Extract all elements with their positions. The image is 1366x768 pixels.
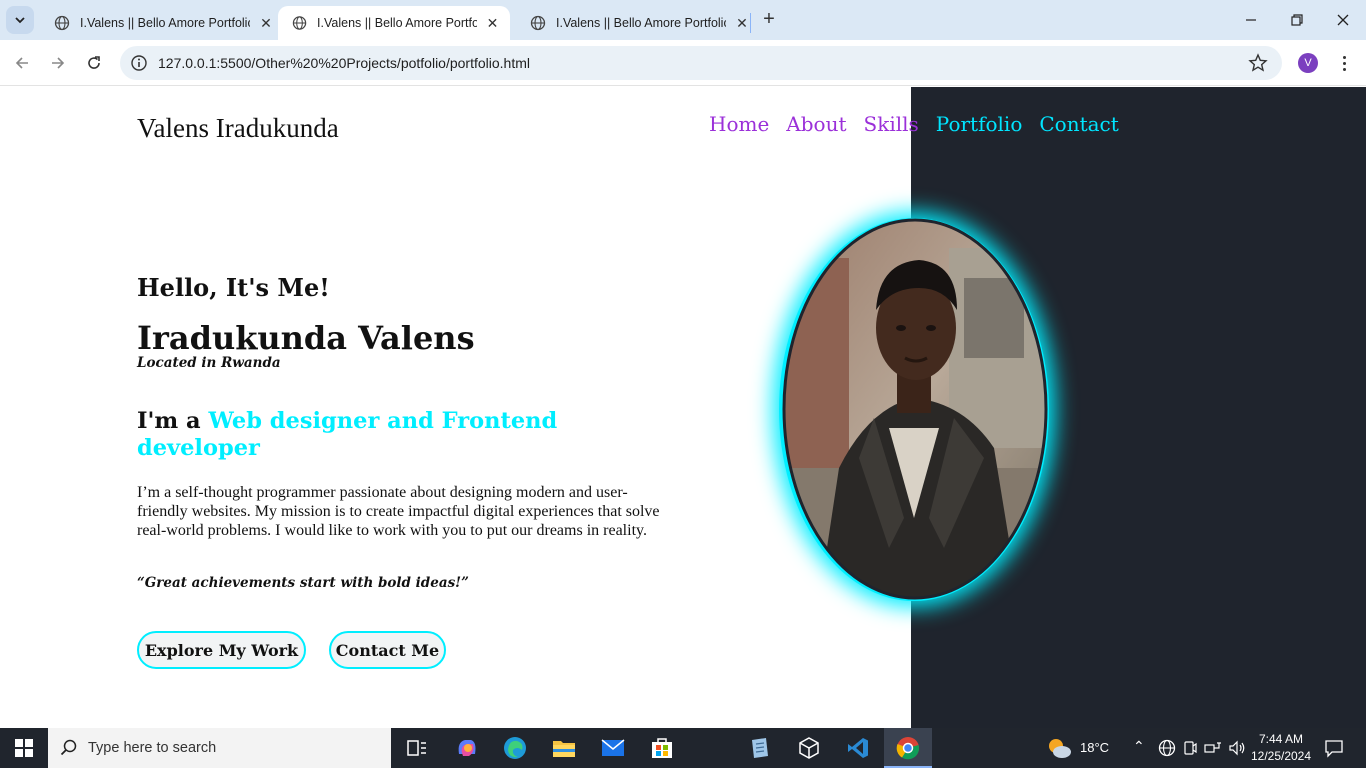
tab-title: I.Valens || Bello Amore Portfolio (80, 16, 250, 30)
quote-text: “Great achievements start with bold idea… (137, 575, 469, 591)
close-icon[interactable]: ✕ (485, 15, 500, 31)
address-bar[interactable]: 127.0.0.1:5500/Other%20%20Projects/potfo… (120, 46, 1282, 80)
role-highlight: Web designer and Frontend developer (137, 408, 558, 461)
mail-icon[interactable] (598, 733, 628, 763)
weather-temperature[interactable]: 18°C (1080, 740, 1109, 755)
notepad-icon[interactable] (745, 733, 775, 763)
site-logo[interactable]: Valens Iradukunda (137, 113, 339, 144)
globe-icon (292, 16, 307, 30)
system-clock[interactable]: 7:44 AM 12/25/2024 (1250, 731, 1312, 765)
minimize-icon (1246, 19, 1256, 21)
location-text: Located in Rwanda (137, 355, 281, 371)
taskbar-search[interactable]: Type here to search (48, 728, 391, 768)
profile-avatar[interactable]: V (1298, 53, 1318, 73)
browser-tab-2[interactable]: I.Valens || Bello Amore Portfolio ✕ (278, 6, 510, 40)
contact-me-button[interactable]: Contact Me (329, 631, 446, 669)
restore-button[interactable] (1274, 0, 1320, 40)
notification-center-icon[interactable] (1319, 733, 1349, 763)
role-prefix: I'm a (137, 408, 201, 434)
browser-toolbar: 127.0.0.1:5500/Other%20%20Projects/potfo… (0, 40, 1366, 86)
microsoft-store-icon[interactable] (647, 733, 677, 763)
back-button[interactable] (7, 48, 37, 78)
url-text[interactable]: 127.0.0.1:5500/Other%20%20Projects/potfo… (158, 55, 530, 71)
edge-browser-icon[interactable] (500, 733, 530, 763)
arrow-left-icon (15, 57, 28, 69)
file-explorer-icon[interactable] (549, 733, 579, 763)
chrome-icon (896, 737, 920, 760)
browser-tab-3[interactable]: I.Valens || Bello Amore Portfolio ✕ (516, 6, 760, 40)
role-heading: I'm a Web designer and Frontend develope… (137, 408, 597, 462)
tab-separator (750, 13, 751, 33)
explore-work-button[interactable]: Explore My Work (137, 631, 306, 669)
nav-home[interactable]: Home (709, 112, 769, 136)
nav-contact[interactable]: Contact (1039, 112, 1118, 136)
weather-icon[interactable] (1044, 733, 1074, 763)
greeting-heading: Hello, It's Me! (137, 273, 330, 302)
tab-title: I.Valens || Bello Amore Portfolio (317, 16, 477, 30)
close-icon (1337, 14, 1349, 26)
new-tab-button[interactable]: + (758, 8, 780, 30)
tab-search-button[interactable] (6, 6, 34, 34)
clock-date: 12/25/2024 (1250, 749, 1312, 763)
plus-icon: + (763, 7, 775, 30)
tab-title: I.Valens || Bello Amore Portfolio (556, 16, 726, 30)
nav-portfolio[interactable]: Portfolio (936, 112, 1023, 136)
forward-button[interactable] (43, 48, 73, 78)
browser-tab-1[interactable]: I.Valens || Bello Amore Portfolio ✕ (40, 6, 284, 40)
nav-about[interactable]: About (786, 112, 846, 136)
more-options-icon[interactable] (1334, 50, 1354, 76)
windows-logo-icon (15, 739, 33, 757)
chrome-taskbar-button[interactable] (884, 728, 932, 768)
close-icon[interactable]: ✕ (258, 15, 274, 31)
bio-paragraph: I’m a self-thought programmer passionate… (137, 484, 660, 539)
start-button[interactable] (0, 728, 48, 768)
3d-viewer-icon[interactable] (794, 733, 824, 763)
bookmark-star-icon[interactable] (1248, 53, 1268, 73)
name-heading: Iradukunda Valens (137, 319, 475, 357)
browser-tab-bar: I.Valens || Bello Amore Portfolio ✕ I.Va… (0, 0, 1366, 40)
arrow-right-icon (52, 57, 65, 69)
clock-time: 7:44 AM (1258, 732, 1304, 746)
close-window-button[interactable] (1320, 0, 1366, 40)
chevron-up-icon[interactable]: ⌃ (1133, 738, 1145, 755)
copilot-icon[interactable] (452, 733, 482, 763)
chevron-down-icon (15, 17, 25, 24)
search-placeholder: Type here to search (88, 740, 217, 756)
globe-icon (54, 15, 70, 31)
site-info-icon[interactable] (130, 54, 148, 72)
reload-icon (88, 56, 100, 69)
task-view-icon[interactable] (402, 733, 432, 763)
portfolio-page: Valens Iradukunda Home About Skills Port… (0, 87, 1366, 728)
portrait-image (782, 218, 1048, 600)
restore-icon (1291, 14, 1303, 26)
main-nav: Home About Skills Portfolio Contact (709, 112, 1119, 136)
globe-icon (530, 15, 546, 31)
vscode-icon[interactable] (843, 733, 873, 763)
volume-icon[interactable] (1222, 733, 1252, 763)
nav-skills[interactable]: Skills (864, 112, 919, 136)
reload-button[interactable] (79, 48, 109, 78)
profile-photo (779, 218, 1049, 601)
search-icon (60, 739, 77, 756)
minimize-button[interactable] (1228, 0, 1274, 40)
close-icon[interactable]: ✕ (734, 15, 750, 31)
windows-taskbar: Type here to search 18°C ⌃ 7:44 AM 12/25… (0, 728, 1366, 768)
